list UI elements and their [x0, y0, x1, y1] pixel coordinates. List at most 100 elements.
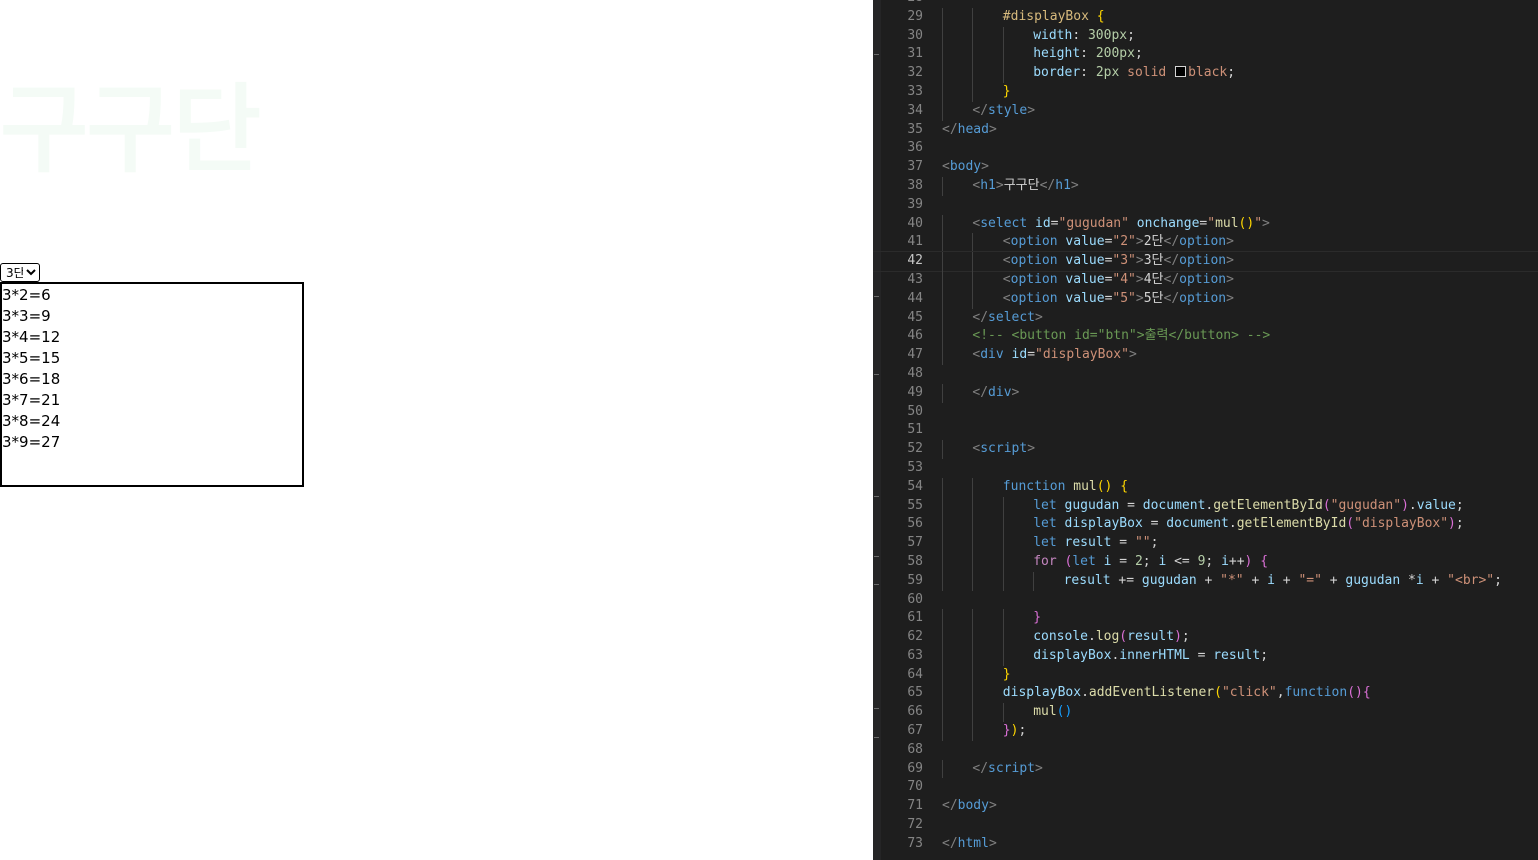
code-token: ++: [1228, 553, 1245, 569]
page-heading: 구구단: [0, 74, 261, 186]
code-token: function: [1284, 685, 1348, 701]
code-text: result += gugudan + "*" + i + "=" + gugu…: [1064, 572, 1502, 591]
line-number: 40: [907, 215, 923, 231]
indent-guide: [1002, 26, 1004, 46]
code-token: 4단: [1143, 271, 1164, 287]
code-token: log: [1095, 629, 1120, 645]
code-token: i: [1415, 572, 1424, 588]
code-token: "": [1134, 535, 1151, 551]
code-text: let displayBox = document.getElementById…: [1033, 515, 1464, 534]
result-line: 3*2=6: [2, 286, 51, 304]
code-token: value: [1065, 290, 1105, 306]
code-token: innerHTML: [1119, 647, 1190, 663]
code-token: (): [1347, 685, 1363, 701]
indent-guide: [972, 477, 974, 497]
indent-guide: [942, 684, 943, 704]
code-token: >: [995, 177, 1004, 193]
indent-guide: [1033, 571, 1035, 591]
indent-guide: [942, 534, 943, 553]
code-token: html: [957, 835, 989, 851]
indent-guide: [1002, 64, 1004, 83]
display-box[interactable]: 3*2=6 3*3=9 3*4=12 3*5=15 3*6=18 3*7=21 3*8=24…: [0, 282, 304, 487]
code-token: onchange: [1136, 215, 1200, 231]
indent-guide: [942, 703, 943, 723]
code-token: ;: [1260, 647, 1269, 663]
code-token: id: [1011, 347, 1028, 363]
code-token: </: [1163, 253, 1180, 269]
code-token: result: [1213, 647, 1261, 663]
indent-guide: [942, 628, 943, 647]
indent-guide: [942, 646, 943, 666]
screen: 구구단 2단3단4단5단 3*2=63*3=93*4=123*5=153*6=1…: [0, 0, 1538, 860]
indent-guide: [942, 214, 943, 234]
indent-guide: [972, 665, 974, 685]
code-token: +=: [1110, 572, 1142, 588]
code-token: height: [1033, 46, 1081, 62]
code-token: value: [1065, 234, 1105, 250]
code-token: >: [1226, 290, 1234, 306]
code-token: 구구단: [1003, 177, 1040, 193]
line-number: 44: [907, 290, 923, 306]
code-text: <div id="displayBox">: [972, 346, 1136, 365]
code-line: 36: [873, 139, 1538, 158]
line-number: 59: [907, 572, 923, 588]
code-line: 60: [873, 591, 1538, 610]
indent-guide: [972, 252, 974, 271]
code-area[interactable]: 2829#displayBox {30width: 300px;31height…: [873, 0, 1538, 854]
indent-guide: [942, 233, 943, 253]
code-line: 55 let gugudan = document. getElementById(…: [873, 496, 1538, 516]
indent-guide: [972, 609, 974, 629]
browser-preview: 구구단 2단3단4단5단 3*2=6 3*3=9 3*4=12 3*5=15 3*6=1…: [0, 0, 873, 860]
code-token: ): [1401, 497, 1409, 513]
code-token: body: [949, 159, 982, 175]
code-text: for (let i = 2; i <= 9; i++) {: [1033, 553, 1268, 572]
code-line: 30 width: 300px;: [873, 26, 1538, 46]
code-token: option: [1010, 290, 1058, 306]
indent-guide: [972, 7, 974, 27]
code-token: option: [1010, 253, 1058, 269]
code-line: 68: [873, 741, 1538, 760]
code-token: script: [988, 760, 1036, 776]
code-token: ;: [1494, 572, 1502, 588]
code-token: ): [1174, 629, 1182, 645]
code-editor: 2829#displayBox {30width: 300px;31height…: [873, 0, 1538, 860]
code-token: <: [942, 159, 950, 175]
indent-guide: [972, 703, 974, 723]
gugudan-select[interactable]: 2단3단4단5단: [0, 263, 40, 282]
code-text: <option value="4">4단</option>: [1003, 271, 1234, 290]
code-token: option: [1179, 271, 1227, 287]
code-token: "2": [1112, 234, 1136, 250]
code-line: 67});: [873, 722, 1538, 741]
code-token: i: [1221, 553, 1229, 569]
code-token: {: [1096, 8, 1105, 24]
code-text: let result = "";: [1033, 534, 1158, 553]
code-token: <!-- <button id="btn">출력</button> -->: [972, 328, 1271, 344]
code-token: option: [1179, 290, 1227, 306]
code-token: >: [1027, 102, 1036, 118]
line-number: 33: [907, 83, 923, 99]
line-number: 34: [907, 102, 923, 118]
code-line: 64}: [873, 665, 1538, 685]
line-number: 49: [907, 384, 923, 400]
line-number: 52: [907, 441, 923, 457]
color-swatch-icon[interactable]: [1175, 66, 1187, 78]
indent-guide: [972, 552, 974, 572]
code-line: 47 <div id="displayBox">: [873, 346, 1538, 365]
indent-guide: [942, 64, 943, 83]
code-token: ): [1448, 516, 1456, 532]
indent-guide: [942, 609, 943, 629]
code-text: displayBox.addEventListener("click",func…: [1003, 684, 1371, 703]
code-line: 72: [873, 816, 1538, 835]
code-text: <!-- <button id="btn">출력</button> -->: [972, 327, 1270, 346]
code-token: option: [1010, 271, 1058, 287]
line-number: 30: [907, 27, 923, 43]
indent-guide: [1002, 552, 1004, 572]
indent-guide: [942, 496, 943, 516]
code-line: 56 let displayBox = document.getElementBy…: [873, 515, 1538, 535]
indent-guide: [972, 646, 974, 666]
code-token: h1: [1055, 177, 1071, 193]
code-token: addEventListener: [1088, 685, 1215, 701]
